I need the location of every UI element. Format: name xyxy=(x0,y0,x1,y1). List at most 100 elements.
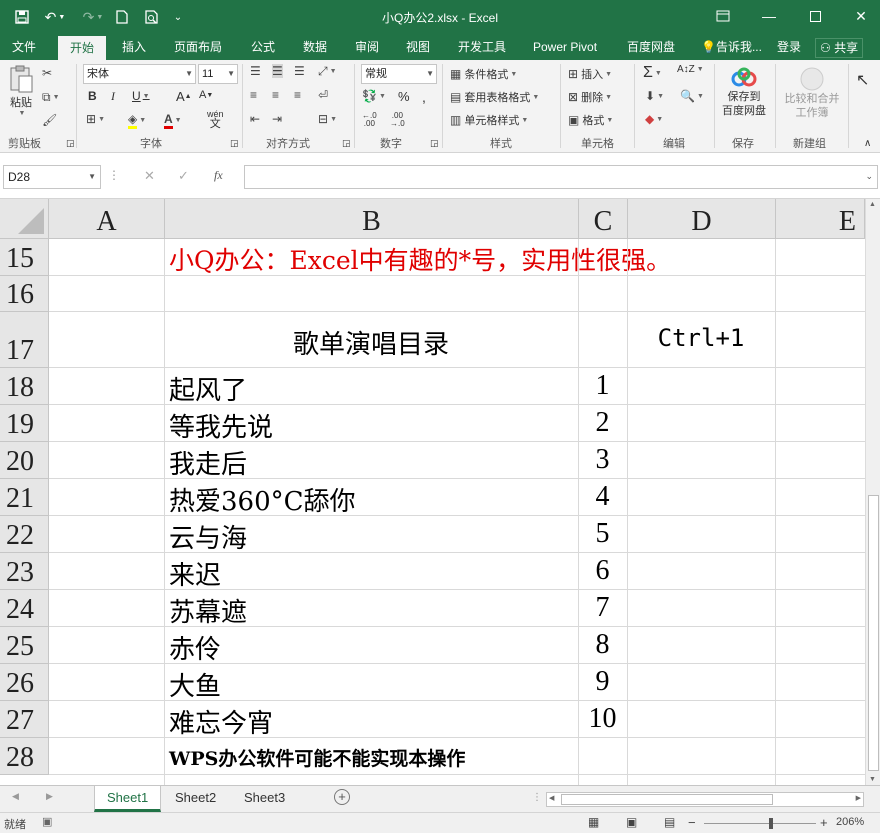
comma-style-icon[interactable]: , xyxy=(422,89,426,105)
column-header-e[interactable]: E xyxy=(776,199,865,239)
close-icon[interactable]: ✕ xyxy=(846,5,876,27)
print-preview-icon[interactable] xyxy=(140,7,164,27)
insert-cells-button[interactable]: ⊞ 插入 ▼ xyxy=(568,66,612,82)
sheet-tab-sheet1[interactable]: Sheet1 xyxy=(94,786,162,812)
confirm-entry-icon[interactable]: ✓ xyxy=(178,168,189,184)
fill-icon[interactable]: ⬇ ▼ xyxy=(645,89,664,103)
share-button[interactable]: ⚇ 共享 xyxy=(815,38,864,58)
cell-c23[interactable]: 6 xyxy=(578,555,627,587)
autosum-icon[interactable]: Σ ▼ xyxy=(643,64,662,82)
cell-b24[interactable]: 苏幕遮 xyxy=(164,592,247,629)
zoom-slider-handle[interactable] xyxy=(769,818,773,829)
tab-review[interactable]: 审阅 xyxy=(353,34,381,60)
cell-b15[interactable]: 小Q办公：Excel中有趣的*号，实用性很强。 xyxy=(164,241,671,277)
add-sheet-icon[interactable]: + xyxy=(334,789,350,805)
tab-page-layout[interactable]: 页面布局 xyxy=(172,34,224,60)
row-header-24[interactable]: 24 xyxy=(0,590,49,627)
merge-center-icon[interactable]: ⊟ ▼ xyxy=(318,112,337,126)
find-select-icon[interactable]: 🔍 ▼ xyxy=(680,89,704,103)
sort-filter-icon[interactable]: A↕Z ▼ xyxy=(677,64,704,75)
bold-button[interactable]: B xyxy=(88,89,97,103)
scroll-down-icon[interactable]: ▼ xyxy=(869,776,876,783)
row-header-15[interactable]: 15 xyxy=(0,239,49,276)
macro-record-icon[interactable]: ▣ xyxy=(42,815,52,828)
tab-insert[interactable]: 插入 xyxy=(120,34,148,60)
font-size-select[interactable]: 11 ▼ xyxy=(198,64,238,84)
save-to-baidu-button[interactable]: 保存到 百度网盘 xyxy=(719,66,769,118)
tab-developer[interactable]: 开发工具 xyxy=(456,34,508,60)
align-bottom-icon[interactable]: ☰ xyxy=(294,64,305,78)
zoom-slider[interactable] xyxy=(704,818,816,829)
page-break-view-icon[interactable]: ▤ xyxy=(664,815,675,829)
cell-b19[interactable]: 等我先说 xyxy=(164,407,273,444)
fill-color-icon[interactable]: ◈ ▼ xyxy=(128,112,146,129)
tab-formulas[interactable]: 公式 xyxy=(249,34,277,60)
percent-icon[interactable]: % xyxy=(398,89,410,104)
format-as-table-button[interactable]: ▤ 套用表格格式 ▼ xyxy=(450,89,539,105)
scroll-right-icon[interactable]: ▶ xyxy=(856,794,861,802)
sheet-tab-sheet3[interactable]: Sheet3 xyxy=(232,786,297,812)
redo-icon[interactable]: ↷ ▼ xyxy=(78,7,108,27)
column-header-d[interactable]: D xyxy=(628,199,776,239)
sheet-tab-sheet2[interactable]: Sheet2 xyxy=(163,786,228,812)
cell-c22[interactable]: 5 xyxy=(578,518,627,550)
vertical-scroll-thumb[interactable] xyxy=(868,495,879,771)
cell-b17[interactable]: 歌单演唱目录 xyxy=(164,324,578,361)
cell-b18[interactable]: 起风了 xyxy=(164,370,247,407)
horizontal-scroll-thumb[interactable] xyxy=(561,794,773,805)
alignment-launcher-icon[interactable]: ◲ xyxy=(342,138,351,149)
clipboard-launcher-icon[interactable]: ◲ xyxy=(66,138,75,149)
tab-power-pivot[interactable]: Power Pivot xyxy=(531,34,599,60)
sign-in-link[interactable]: 登录 xyxy=(775,34,803,60)
paste-button[interactable]: 粘贴 ▼ xyxy=(6,64,36,117)
decrease-indent-icon[interactable]: ⇤ xyxy=(250,112,260,126)
row-header-17[interactable]: 17 xyxy=(0,312,49,368)
page-layout-view-icon[interactable]: ▣ xyxy=(626,815,637,829)
cell-b27[interactable]: 难忘今宵 xyxy=(164,703,273,740)
expand-formula-icon[interactable]: ⌄ xyxy=(865,171,873,182)
row-header-19[interactable]: 19 xyxy=(0,405,49,442)
cell-c27[interactable]: 10 xyxy=(578,703,627,735)
align-top-icon[interactable]: ☰ xyxy=(250,64,261,78)
customize-qat-icon[interactable]: ⌄ xyxy=(170,7,186,27)
cut-icon[interactable]: ✂ xyxy=(42,66,52,80)
align-center-icon[interactable]: ≡ xyxy=(272,88,279,102)
cancel-entry-icon[interactable]: ✕ xyxy=(144,168,155,184)
copy-icon[interactable]: ⧉ ▼ xyxy=(42,90,60,105)
format-painter-icon[interactable]: 🖌 xyxy=(42,113,57,127)
font-name-select[interactable]: 宋体 ▼ xyxy=(83,64,196,84)
ribbon-display-icon[interactable] xyxy=(708,5,738,27)
cell-c19[interactable]: 2 xyxy=(578,407,627,439)
align-middle-icon[interactable]: ☰ xyxy=(272,64,283,78)
cell-b28[interactable]: WPS办公软件可能不能实现本操作 xyxy=(164,744,465,771)
row-header-27[interactable]: 27 xyxy=(0,701,49,738)
zoom-out-icon[interactable]: − xyxy=(688,815,696,830)
row-header-22[interactable]: 22 xyxy=(0,516,49,553)
border-icon[interactable]: ⊞ ▼ xyxy=(86,112,105,126)
scroll-up-icon[interactable]: ▲ xyxy=(869,201,876,208)
scroll-left-icon[interactable]: ◀ xyxy=(549,794,554,802)
prev-sheet-icon[interactable]: ◀ xyxy=(12,791,19,802)
row-header-25[interactable]: 25 xyxy=(0,627,49,664)
cell-c20[interactable]: 3 xyxy=(578,444,627,476)
increase-decimal-icon[interactable]: ←.0.00 xyxy=(362,112,377,128)
row-header-18[interactable]: 18 xyxy=(0,368,49,405)
new-file-icon[interactable] xyxy=(112,7,132,27)
cell-c24[interactable]: 7 xyxy=(578,592,627,624)
decrease-font-icon[interactable]: A ▼ xyxy=(199,89,213,101)
increase-indent-icon[interactable]: ⇥ xyxy=(272,112,282,126)
accounting-format-icon[interactable]: 💱 ▼ xyxy=(362,89,386,103)
cell-styles-button[interactable]: ▥ 单元格样式 ▼ xyxy=(450,112,528,128)
cell-c18[interactable]: 1 xyxy=(578,370,627,402)
align-right-icon[interactable]: ≡ xyxy=(294,88,301,102)
row-header-20[interactable]: 20 xyxy=(0,442,49,479)
compare-merge-button[interactable]: 比较和合并 工作簿 xyxy=(780,66,844,120)
row-header-28[interactable]: 28 xyxy=(0,738,49,775)
column-header-b[interactable]: B xyxy=(165,199,579,239)
insert-function-icon[interactable]: fx xyxy=(214,168,223,183)
next-sheet-icon[interactable]: ▶ xyxy=(46,791,53,802)
orientation-icon[interactable]: ⤢ ▼ xyxy=(318,64,337,79)
tab-view[interactable]: 视图 xyxy=(404,34,432,60)
tab-splitter-icon[interactable]: ⋮ xyxy=(532,792,542,803)
delete-cells-button[interactable]: ⊠ 删除 ▼ xyxy=(568,89,612,105)
